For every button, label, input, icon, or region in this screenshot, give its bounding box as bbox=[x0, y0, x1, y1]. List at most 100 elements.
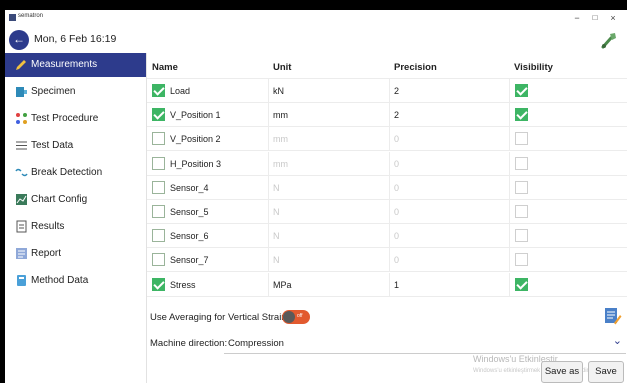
enable-checkbox[interactable] bbox=[152, 84, 165, 97]
table-header: Name Unit Precision Visibility bbox=[147, 55, 627, 79]
table-row: Stress MPa 1 bbox=[147, 272, 627, 297]
enable-checkbox[interactable] bbox=[152, 205, 165, 218]
sidebar-item-chart-config[interactable]: Chart Config bbox=[5, 188, 146, 212]
sidebar-item-specimen[interactable]: Specimen bbox=[5, 80, 146, 104]
enable-checkbox[interactable] bbox=[152, 108, 165, 122]
column-divider bbox=[509, 272, 510, 297]
app-name: sematron bbox=[18, 13, 44, 19]
measurement-name: Sensor_6 bbox=[170, 231, 209, 242]
edit-document-icon[interactable] bbox=[604, 306, 622, 326]
measurement-unit[interactable]: N bbox=[273, 207, 280, 217]
measurement-name: Sensor_7 bbox=[170, 255, 209, 266]
measurement-unit[interactable]: N bbox=[273, 255, 280, 265]
measurement-unit[interactable]: N bbox=[273, 183, 280, 193]
visibility-checkbox[interactable] bbox=[515, 132, 528, 146]
column-divider bbox=[268, 127, 269, 152]
minimize-button[interactable]: − bbox=[569, 12, 585, 24]
sidebar-item-test-data[interactable]: Test Data bbox=[5, 134, 146, 158]
break-icon bbox=[15, 168, 28, 177]
pencil-icon bbox=[16, 60, 26, 70]
chart-icon bbox=[16, 194, 27, 205]
sidebar-item-label: Test Data bbox=[31, 140, 74, 151]
measurement-name: Sensor_5 bbox=[170, 207, 209, 217]
column-divider bbox=[268, 272, 269, 297]
back-button[interactable]: ← bbox=[9, 30, 29, 50]
close-button[interactable]: × bbox=[605, 12, 621, 24]
table-row: Load kN 2 bbox=[147, 79, 627, 103]
column-divider bbox=[509, 200, 510, 224]
title-bar: sematron − □ × bbox=[5, 10, 627, 28]
measurement-precision[interactable]: 1 bbox=[394, 280, 399, 290]
column-divider bbox=[509, 103, 510, 128]
column-header-visibility: Visibility bbox=[514, 62, 553, 73]
sidebar-item-label: Chart Config bbox=[31, 194, 88, 205]
sidebar-item-report[interactable]: Report bbox=[5, 242, 146, 266]
enable-checkbox[interactable] bbox=[152, 132, 165, 146]
table-row: Sensor_7 N 0 bbox=[147, 248, 627, 273]
save-button[interactable]: Save bbox=[588, 361, 624, 383]
machine-direction-select[interactable]: Compression ⌄ bbox=[224, 332, 626, 354]
machine-direction-value: Compression bbox=[228, 338, 284, 349]
enable-checkbox[interactable] bbox=[152, 180, 165, 194]
visibility-checkbox[interactable] bbox=[515, 84, 528, 97]
table-row: Sensor_6 N 0 bbox=[147, 224, 627, 249]
header-bar: ← Mon, 6 Feb 16:19 bbox=[5, 28, 627, 53]
measurement-precision[interactable]: 2 bbox=[394, 86, 399, 96]
measurement-unit[interactable]: kN bbox=[273, 86, 284, 96]
column-header-name: Name bbox=[152, 62, 178, 73]
measurement-unit[interactable]: N bbox=[273, 231, 280, 241]
column-divider bbox=[389, 103, 390, 128]
save-as-button[interactable]: Save as bbox=[541, 361, 583, 383]
chevron-down-icon: ⌄ bbox=[612, 335, 622, 347]
sidebar-item-measurements[interactable]: Measurements bbox=[5, 53, 146, 77]
sidebar-item-results[interactable]: Results bbox=[5, 215, 146, 239]
column-divider bbox=[268, 175, 269, 200]
averaging-label: Use Averaging for Vertical Strain bbox=[150, 312, 287, 323]
column-divider bbox=[509, 248, 510, 273]
enable-checkbox[interactable] bbox=[152, 253, 165, 267]
sidebar-item-break-detection[interactable]: Break Detection bbox=[5, 161, 146, 185]
method-icon bbox=[17, 275, 26, 286]
column-header-unit: Unit bbox=[273, 62, 292, 73]
visibility-checkbox[interactable] bbox=[515, 253, 528, 267]
visibility-checkbox[interactable] bbox=[515, 229, 528, 243]
visibility-checkbox[interactable] bbox=[515, 277, 528, 291]
measurement-precision[interactable]: 2 bbox=[394, 110, 399, 120]
column-header-precision: Precision bbox=[394, 62, 437, 73]
table-row: Sensor_5 N 0 bbox=[147, 200, 627, 224]
measurement-precision[interactable]: 0 bbox=[394, 159, 399, 169]
maximize-button[interactable]: □ bbox=[587, 12, 603, 24]
toggle-state-text: off bbox=[297, 313, 303, 319]
visibility-checkbox[interactable] bbox=[515, 205, 528, 218]
measurement-precision[interactable]: 0 bbox=[394, 134, 399, 144]
visibility-checkbox[interactable] bbox=[515, 156, 528, 170]
measurement-precision[interactable]: 0 bbox=[394, 207, 399, 217]
averaging-toggle[interactable]: off bbox=[282, 310, 310, 324]
measurement-unit[interactable]: mm bbox=[273, 134, 288, 144]
measurement-unit[interactable]: mm bbox=[273, 110, 288, 120]
list-icon bbox=[16, 141, 27, 150]
column-divider bbox=[389, 79, 390, 103]
measurement-precision[interactable]: 0 bbox=[394, 255, 399, 265]
column-divider bbox=[268, 200, 269, 224]
visibility-checkbox[interactable] bbox=[515, 108, 528, 122]
table-row: H_Position 3 mm 0 bbox=[147, 151, 627, 176]
column-divider bbox=[389, 200, 390, 224]
procedure-icon bbox=[16, 113, 27, 124]
sidebar-item-test-procedure[interactable]: Test Procedure bbox=[5, 107, 146, 131]
toggle-knob bbox=[283, 311, 295, 323]
column-divider bbox=[509, 151, 510, 176]
measurement-precision[interactable]: 0 bbox=[394, 183, 399, 193]
date-time: Mon, 6 Feb 16:19 bbox=[34, 33, 117, 45]
measurement-precision[interactable]: 0 bbox=[394, 231, 399, 241]
measurement-unit[interactable]: mm bbox=[273, 159, 288, 169]
results-icon bbox=[16, 220, 27, 233]
visibility-checkbox[interactable] bbox=[515, 180, 528, 194]
sidebar-item-method-data[interactable]: Method Data bbox=[5, 269, 146, 293]
wrench-icon[interactable] bbox=[600, 30, 618, 50]
sidebar-item-label: Specimen bbox=[31, 86, 76, 97]
enable-checkbox[interactable] bbox=[152, 229, 165, 243]
measurement-unit[interactable]: MPa bbox=[273, 280, 292, 290]
enable-checkbox[interactable] bbox=[152, 277, 165, 291]
enable-checkbox[interactable] bbox=[152, 156, 165, 170]
